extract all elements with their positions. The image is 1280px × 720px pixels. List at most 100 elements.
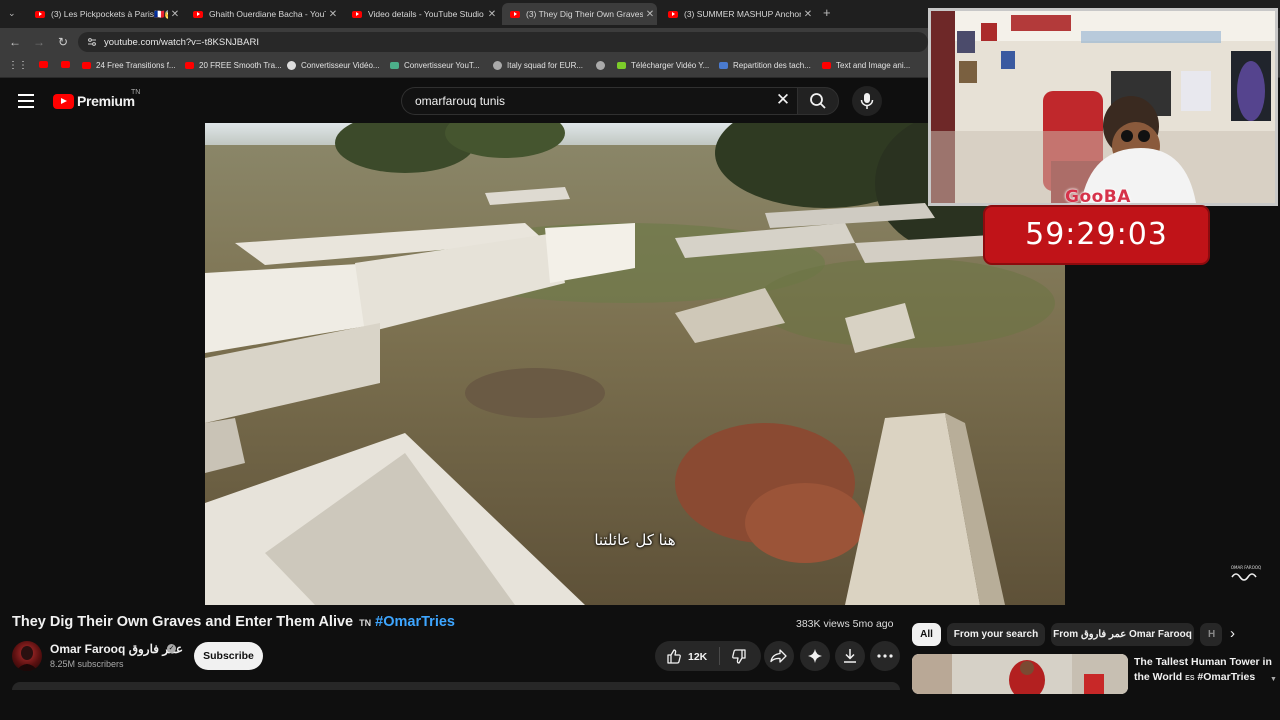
description-box-edge[interactable] (12, 682, 900, 690)
logo-word: Premium (77, 93, 135, 109)
bookmark-item[interactable]: Italy squad for EUR... (493, 61, 583, 70)
bookmark-item[interactable]: Text and Image ani... (822, 61, 910, 70)
hashtag-link[interactable]: #OmarTries (375, 614, 455, 630)
close-tab-icon[interactable]: ✕ (801, 9, 815, 20)
google-favicon-icon (287, 61, 296, 70)
youtube-favicon-icon (822, 62, 831, 69)
mic-icon (860, 93, 874, 109)
share-icon (770, 649, 787, 663)
youtube-favicon-icon (82, 62, 91, 69)
bookmark-item[interactable]: 20 FREE Smooth Tra... (185, 61, 282, 70)
chip-all[interactable]: All (912, 623, 941, 646)
recommended-thumbnail[interactable] (912, 654, 1128, 694)
youtube-play-icon (53, 93, 74, 109)
close-tab-icon[interactable]: ✕ (168, 9, 182, 20)
chip-from-channel[interactable]: From عمر فاروق Omar Farooq (1051, 623, 1194, 646)
chip-from-your-search[interactable]: From your search (947, 623, 1045, 646)
bookmark-item[interactable] (596, 61, 610, 70)
bookmark-item[interactable] (39, 61, 53, 68)
youtube-favicon-icon (185, 62, 194, 69)
bookmark-item[interactable]: Repartition des tach... (719, 61, 811, 70)
verified-check-icon: ✓ (167, 644, 176, 653)
download-icon (844, 649, 856, 663)
bookmark-label: Repartition des tach... (733, 61, 811, 70)
channel-avatar[interactable] (12, 641, 42, 671)
recommended-hashtag: #OmarTries (1197, 671, 1256, 683)
streamer-webcam-overlay (928, 8, 1278, 206)
voice-search-button[interactable] (852, 86, 882, 116)
youtube-favicon-icon (61, 61, 70, 68)
url-text: youtube.com/watch?v=-t8KSNJBARI (104, 36, 259, 48)
download-favicon-icon (617, 62, 626, 69)
scrollbar-down-arrow-icon[interactable]: ▼ (1270, 676, 1277, 683)
back-arrow-icon[interactable]: ← (9, 35, 21, 49)
bookmark-label: Convertisseur Vidéo... (301, 61, 380, 70)
view-count-and-date: 383K views 5mo ago (796, 618, 894, 630)
browser-tab-title: (3) Les Pickpockets à Paris🇫🇷😱 (51, 8, 168, 19)
more-horizontal-icon (877, 654, 893, 658)
flag-es-label: ES (1185, 675, 1195, 682)
like-count[interactable]: 12K (688, 651, 707, 663)
youtube-favicon-icon (35, 10, 45, 18)
bookmark-label: Convertisseur YouT... (404, 61, 480, 70)
close-tab-icon[interactable]: ✕ (326, 9, 340, 20)
browser-tab-active[interactable]: (3) They Dig Their Own Graves a ✕ (502, 3, 657, 25)
video-title-text: They Dig Their Own Graves and Enter Them… (12, 614, 354, 630)
new-tab-button[interactable]: + (823, 5, 831, 20)
bookmark-item[interactable]: Convertisseur Vidéo... (287, 61, 380, 70)
like-thumb-icon[interactable] (666, 648, 682, 664)
bookmark-label: Italy squad for EUR... (507, 61, 584, 70)
chip-partial[interactable]: H (1200, 623, 1222, 646)
browser-tab-title: Ghaith Ouerdiane Bacha - YouT (209, 9, 326, 19)
close-tab-icon[interactable]: ✕ (643, 9, 657, 20)
browser-tab[interactable]: Video details - YouTube Studio ✕ (344, 3, 499, 25)
youtube-favicon-icon (39, 61, 48, 68)
flag-tn-label: TN (359, 618, 372, 628)
youtube-favicon-icon (668, 10, 678, 18)
close-tab-icon[interactable]: ✕ (485, 9, 499, 20)
search-button[interactable] (797, 87, 839, 115)
youtube-favicon-icon (510, 10, 520, 18)
like-divider (719, 647, 720, 665)
tab-search-chevron-icon[interactable]: ⌄ (8, 8, 16, 19)
subscriber-count: 8.25M subscribers (50, 659, 124, 669)
bookmark-item[interactable] (61, 61, 75, 68)
bookmark-item[interactable]: Convertisseur YouT... (390, 61, 480, 70)
site-info-icon[interactable] (87, 37, 97, 47)
avatar-person-icon (16, 646, 38, 671)
subscribe-button[interactable]: Subscribe (194, 642, 263, 670)
thumbnail-image (912, 654, 1128, 694)
browser-tab-title: Video details - YouTube Studio (368, 9, 484, 19)
youtube-favicon-icon (193, 10, 203, 18)
bookmark-label: Télécharger Vidéo Y... (631, 61, 710, 70)
bookmark-label: 20 FREE Smooth Tra... (199, 61, 282, 70)
address-bar[interactable]: youtube.com/watch?v=-t8KSNJBARI (78, 32, 928, 52)
channel-name[interactable]: Omar Farooq عمر فاروق (50, 642, 183, 656)
search-icon (810, 93, 826, 109)
logo-country-code: TN (131, 89, 141, 96)
chevron-right-icon[interactable]: › (1230, 625, 1235, 642)
bookmark-label: Text and Image ani... (836, 61, 911, 70)
dislike-thumb-icon[interactable] (731, 649, 747, 665)
apps-grid-icon[interactable]: ⋮⋮ (8, 60, 28, 71)
forward-arrow-icon[interactable]: → (33, 35, 45, 49)
converter-favicon-icon (390, 62, 399, 69)
browser-tab[interactable]: (3) SUMMER MASHUP Anchor ( ✕ (660, 3, 815, 25)
recommended-video-title[interactable]: The Tallest Human Tower in the World ES … (1134, 655, 1274, 686)
youtube-premium-logo[interactable]: Premium TN (53, 89, 140, 109)
search-input[interactable]: omarfarouq tunis (401, 87, 797, 115)
browser-tab[interactable]: Ghaith Ouerdiane Bacha - YouT ✕ (185, 3, 340, 25)
svg-text:OMAR FAROOQ: OMAR FAROOQ (1231, 565, 1261, 570)
close-icon[interactable]: ✕ (771, 90, 795, 112)
sparkle-icon (808, 649, 822, 663)
bookmark-item[interactable]: 24 Free Transitions f... (82, 61, 176, 70)
browser-tab[interactable]: (3) Les Pickpockets à Paris🇫🇷😱 ✕ (27, 3, 182, 25)
reload-icon[interactable]: ↻ (58, 35, 68, 49)
video-caption: هنا كل عائلتنا (594, 531, 676, 549)
bookmark-item[interactable]: Télécharger Vidéo Y... (617, 61, 709, 70)
channel-watermark-icon[interactable]: OMAR FAROOQ (1228, 563, 1264, 583)
browser-tab-title: (3) They Dig Their Own Graves a (526, 9, 643, 19)
video-title: They Dig Their Own Graves and Enter Them… (12, 614, 455, 630)
menu-icon[interactable] (18, 94, 34, 108)
docs-favicon-icon (719, 62, 728, 69)
